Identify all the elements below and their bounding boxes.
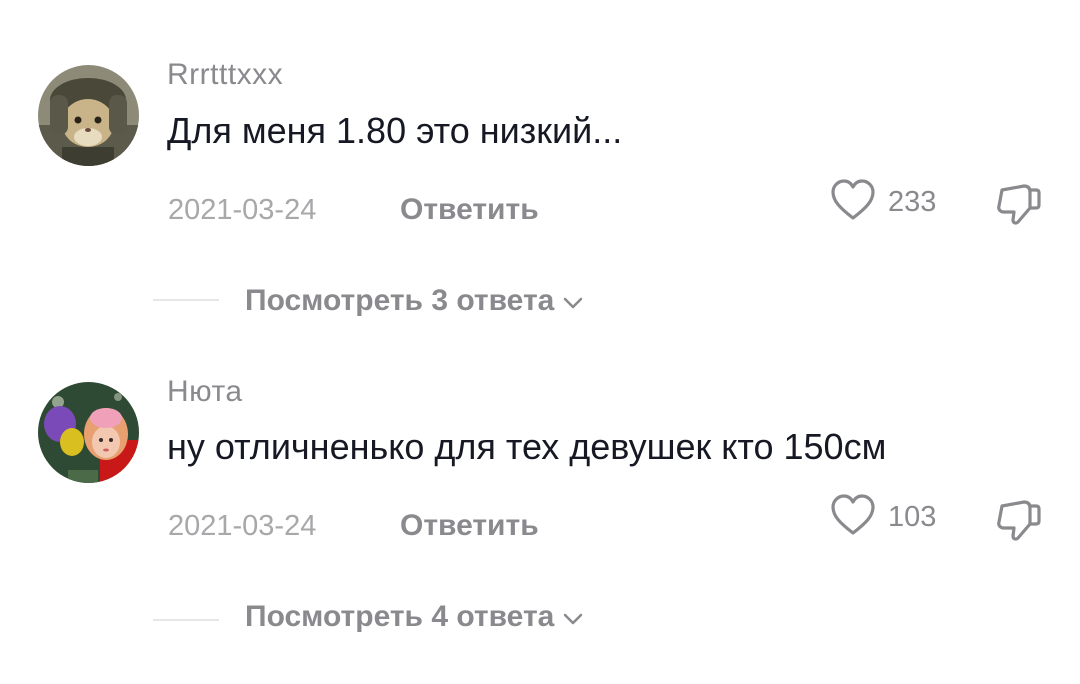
chevron-down-icon: [562, 284, 584, 318]
dislike-button[interactable]: [994, 180, 1042, 228]
comment-text: Для меня 1.80 это низкий...: [167, 110, 623, 151]
comment-item: Rrrtttxxx Для меня 1.80 это низкий... 20…: [0, 0, 1080, 318]
view-replies-label: Посмотреть 3 ответа: [245, 284, 555, 317]
username[interactable]: Нюта: [167, 375, 243, 409]
reply-button[interactable]: Ответить: [400, 509, 539, 543]
comment-text: ну отличненько для тех девушек кто 150см: [167, 426, 887, 467]
view-replies-label: Посмотреть 4 ответа: [245, 600, 555, 633]
replies-divider: [153, 299, 219, 301]
thumbs-down-outline-icon: [994, 184, 1042, 232]
replies-divider: [153, 619, 219, 621]
like-count: 233: [888, 185, 937, 218]
comment-date: 2021-03-24: [168, 194, 317, 226]
like-count: 103: [888, 500, 937, 533]
dislike-button[interactable]: [994, 496, 1042, 544]
comment-date: 2021-03-24: [168, 510, 317, 542]
like-button[interactable]: 233: [830, 178, 936, 226]
avatar[interactable]: [38, 382, 139, 483]
username[interactable]: Rrrtttxxx: [167, 58, 283, 92]
like-button[interactable]: 103: [830, 493, 936, 541]
chevron-down-icon: [562, 600, 584, 634]
view-replies-button[interactable]: Посмотреть 3 ответа: [245, 284, 584, 318]
comment-item: Нюта ну отличненько для тех девушек кто …: [0, 316, 1080, 634]
heart-outline-icon: [830, 178, 876, 227]
thumbs-down-outline-icon: [994, 500, 1042, 548]
reply-button[interactable]: Ответить: [400, 193, 539, 227]
avatar[interactable]: [38, 65, 139, 166]
view-replies-button[interactable]: Посмотреть 4 ответа: [245, 600, 584, 634]
heart-outline-icon: [830, 493, 876, 542]
